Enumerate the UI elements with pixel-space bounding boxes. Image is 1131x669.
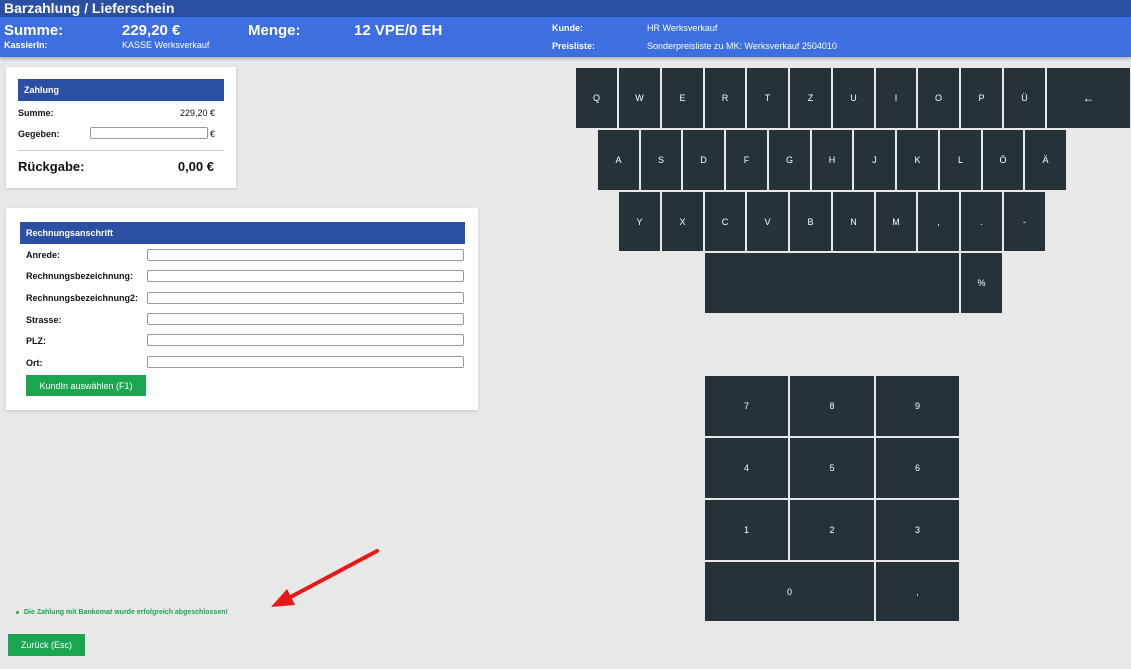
key-m[interactable]: M (875, 191, 917, 252)
key-w[interactable]: W (618, 67, 661, 129)
key-f[interactable]: F (725, 129, 768, 191)
numpad-8[interactable]: 8 (789, 375, 875, 437)
key-r[interactable]: R (704, 67, 746, 129)
key-k[interactable]: K (896, 129, 939, 191)
key-backspace[interactable]: ← (1046, 67, 1131, 129)
key-g[interactable]: G (768, 129, 811, 191)
ort-label: Ort: (26, 358, 43, 368)
key-comma[interactable]: , (917, 191, 960, 252)
key-e[interactable]: E (661, 67, 704, 129)
select-customer-button[interactable]: KundIn auswählen (F1) (26, 375, 146, 396)
header-menge-value: 12 VPE/0 EH (354, 22, 443, 39)
status-bullet-icon (16, 611, 19, 614)
rechnungsbezeichnung-label: Rechnungsbezeichnung: (26, 271, 134, 281)
key-period[interactable]: . (960, 191, 1003, 252)
strasse-label: Strasse: (26, 315, 62, 325)
key-i[interactable]: I (875, 67, 917, 129)
key-dash[interactable]: - (1003, 191, 1046, 252)
window-title: Barzahlung / Lieferschein (0, 0, 1131, 17)
key-l[interactable]: L (939, 129, 982, 191)
header-summe-label: Summe: (4, 22, 64, 39)
key-t[interactable]: T (746, 67, 789, 129)
key-percent[interactable]: % (960, 252, 1003, 314)
zahlung-panel: Zahlung Summe: 229,20 € Gegeben: € Rückg… (6, 67, 236, 188)
key-z[interactable]: Z (789, 67, 832, 129)
key-c[interactable]: C (704, 191, 746, 252)
plz-input[interactable] (147, 334, 464, 346)
numpad-3[interactable]: 3 (875, 499, 960, 561)
key-s[interactable]: S (640, 129, 682, 191)
status-message: Die Zahlung mit Bankomat wurde erfolgrei… (24, 609, 228, 616)
numpad-6[interactable]: 6 (875, 437, 960, 499)
numpad-4[interactable]: 4 (704, 437, 789, 499)
anrede-label: Anrede: (26, 250, 61, 260)
zahlung-title: Zahlung (18, 79, 224, 101)
strasse-input[interactable] (147, 313, 464, 325)
rechnungsbezeichnung2-input[interactable] (147, 292, 464, 304)
numpad-0[interactable]: 0 (704, 561, 875, 622)
key-h[interactable]: H (811, 129, 853, 191)
ort-input[interactable] (147, 356, 464, 368)
numpad-2[interactable]: 2 (789, 499, 875, 561)
zahlung-summe-label: Summe: (18, 108, 54, 118)
key-x[interactable]: X (661, 191, 704, 252)
key-u[interactable]: U (832, 67, 875, 129)
header-preisliste-label: Preisliste: (552, 41, 596, 51)
key-ae[interactable]: Ä (1024, 129, 1067, 191)
key-v[interactable]: V (746, 191, 789, 252)
back-button[interactable]: Zurück (Esc) (8, 634, 85, 656)
plz-label: PLZ: (26, 336, 46, 346)
key-d[interactable]: D (682, 129, 725, 191)
rechnungsbezeichnung2-label: Rechnungsbezeichnung2: (26, 293, 139, 303)
numpad-7[interactable]: 7 (704, 375, 789, 437)
key-a[interactable]: A (597, 129, 640, 191)
header-bar: Summe: 229,20 € Menge: 12 VPE/0 EH Kassi… (0, 17, 1131, 57)
numpad-5[interactable]: 5 (789, 437, 875, 499)
header-kassierin-label: KassierIn: (4, 40, 48, 50)
header-preisliste-value: Sonderpreisliste zu MK: Werksverkauf 250… (647, 41, 837, 51)
gegeben-currency: € (210, 129, 216, 139)
key-ue[interactable]: Ü (1003, 67, 1046, 129)
zahlung-gegeben-label: Gegeben: (18, 129, 60, 139)
header-kassierin-value: KASSE Werksverkauf (122, 40, 210, 50)
header-summe-value: 229,20 € (122, 22, 181, 39)
key-j[interactable]: J (853, 129, 896, 191)
rechnung-title: Rechnungsanschrift (20, 222, 465, 244)
header-menge-label: Menge: (248, 22, 301, 39)
key-space[interactable] (704, 252, 960, 314)
rueckgabe-value: 0,00 € (177, 159, 214, 174)
rueckgabe-label: Rückgabe: (18, 159, 85, 174)
key-o[interactable]: O (917, 67, 960, 129)
zahlung-divider (18, 150, 224, 151)
anrede-input[interactable] (147, 249, 464, 261)
key-n[interactable]: N (832, 191, 875, 252)
header-kunde-value: HR Werksverkauf (647, 23, 718, 33)
key-p[interactable]: P (960, 67, 1003, 129)
numpad-1[interactable]: 1 (704, 499, 789, 561)
numpad-comma[interactable]: , (875, 561, 960, 622)
rechnungsanschrift-panel: Rechnungsanschrift Anrede: Rechnungsbeze… (6, 208, 478, 410)
annotation-arrow-icon (271, 549, 379, 607)
zahlung-summe-value: 229,20 € (179, 108, 215, 118)
key-y[interactable]: Y (618, 191, 661, 252)
rechnungsbezeichnung-input[interactable] (147, 270, 464, 282)
header-kunde-label: Kunde: (552, 23, 583, 33)
numpad-9[interactable]: 9 (875, 375, 960, 437)
gegeben-input[interactable] (90, 127, 208, 139)
key-oe[interactable]: Ö (982, 129, 1024, 191)
key-q[interactable]: Q (575, 67, 618, 129)
key-b[interactable]: B (789, 191, 832, 252)
